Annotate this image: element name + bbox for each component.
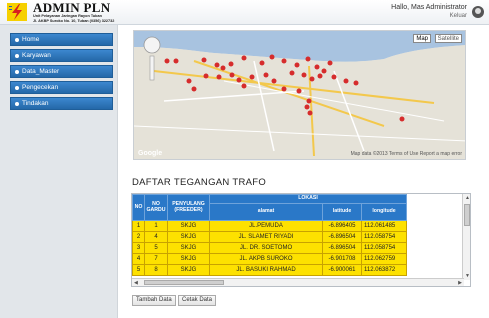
brand: ADMIN PLN Unit Pelayanan Jaringan Rayon … xyxy=(33,1,114,23)
table-row[interactable]: 5 8 SKJG JL. BASUKI RAHMAD -6.900061 112.0638… xyxy=(132,264,407,276)
col-latitude: latitude xyxy=(322,203,362,221)
map-canvas[interactable] xyxy=(134,31,466,160)
map-type-satellite-button[interactable]: Satellite xyxy=(434,34,462,43)
header: ADMIN PLN Unit Pelayanan Jaringan Rayon … xyxy=(0,0,489,25)
bullet-icon xyxy=(15,85,19,90)
app-title: ADMIN PLN xyxy=(33,0,111,15)
sidebar-item-data-master[interactable]: Data_Master xyxy=(10,65,113,78)
table-row[interactable]: 4 7 SKJG JL. AKPB SUROKO -6.901708 112.062759 xyxy=(132,253,407,265)
table-row[interactable]: 2 4 SKJG JL. SLAMET RIYADI -6.896504 112.0587… xyxy=(132,231,407,243)
add-data-button[interactable]: Tambah Data xyxy=(132,295,176,306)
scroll-down-icon[interactable]: ▼ xyxy=(465,273,470,279)
user-greeting: Hallo, Mas Administrator Keluar xyxy=(391,4,467,20)
google-logo: Google xyxy=(138,150,163,157)
scroll-up-icon[interactable]: ▲ xyxy=(465,195,470,201)
map-type-map-button[interactable]: Map xyxy=(413,34,431,43)
pln-logo-icon xyxy=(7,3,27,21)
bullet-icon xyxy=(15,53,19,58)
sidebar-item-karyawan[interactable]: Karyawan xyxy=(10,49,113,62)
vertical-scrollbar[interactable]: ▲ ▼ xyxy=(462,194,470,280)
map-attribution[interactable]: Map data ©2013 Terms of Use Report a map… xyxy=(351,151,462,157)
horizontal-scroll-thumb[interactable] xyxy=(144,280,224,285)
col-lokasi: LOKASI xyxy=(209,194,407,204)
vertical-scroll-thumb[interactable] xyxy=(464,204,470,226)
sidebar-item-pengecekan[interactable]: Pengecekan xyxy=(10,81,113,94)
print-data-button[interactable]: Cetak Data xyxy=(178,295,217,306)
user-avatar-icon[interactable] xyxy=(472,6,484,18)
sidebar-item-home[interactable]: Home xyxy=(10,33,113,46)
map-view[interactable]: Map Satellite Google Map data ©2013 Term… xyxy=(133,30,466,160)
sidebar-item-tindakan[interactable]: Tindakan xyxy=(10,97,113,110)
sidebar-nav: Home Karyawan Data_Master Pengecekan Tin… xyxy=(10,33,113,113)
trafo-table: NO NO GARDU PENYULANG (FREEDER) LOKASI a… xyxy=(132,194,407,276)
bullet-icon xyxy=(15,69,19,74)
bullet-icon xyxy=(15,101,19,106)
bullet-icon xyxy=(15,37,19,42)
page-title: DAFTAR TEGANGAN TRAFO xyxy=(132,177,267,188)
table-row[interactable]: 3 5 SKJG JL. DR. SOETOMO -6.896504 112.058754 xyxy=(132,242,407,254)
sidebar: Home Karyawan Data_Master Pengecekan Tin… xyxy=(0,25,118,318)
scroll-right-icon[interactable]: ▶ xyxy=(458,280,462,286)
col-penyulang: PENYULANG (FREEDER) xyxy=(167,194,210,221)
logout-link[interactable]: Keluar xyxy=(391,12,467,20)
col-no-gardu: NO GARDU xyxy=(144,194,168,221)
trafo-table-container[interactable]: NO NO GARDU PENYULANG (FREEDER) LOKASI a… xyxy=(131,193,471,287)
col-alamat: alamat xyxy=(209,203,323,221)
table-row[interactable]: 1 1 SKJG JL.PEMUDA -6.896405 112.061485 xyxy=(132,220,407,232)
horizontal-scrollbar[interactable]: ◀ ▶ xyxy=(132,278,464,286)
scroll-left-icon[interactable]: ◀ xyxy=(134,280,138,286)
col-longitude: longitude xyxy=(361,203,407,221)
col-no: NO xyxy=(132,194,145,221)
greeting-text: Hallo, Mas Administrator xyxy=(391,4,467,11)
brand-subtitle-2: Jl. AKBP Suroko No. 10, Tuban (0356) 322… xyxy=(33,18,115,23)
